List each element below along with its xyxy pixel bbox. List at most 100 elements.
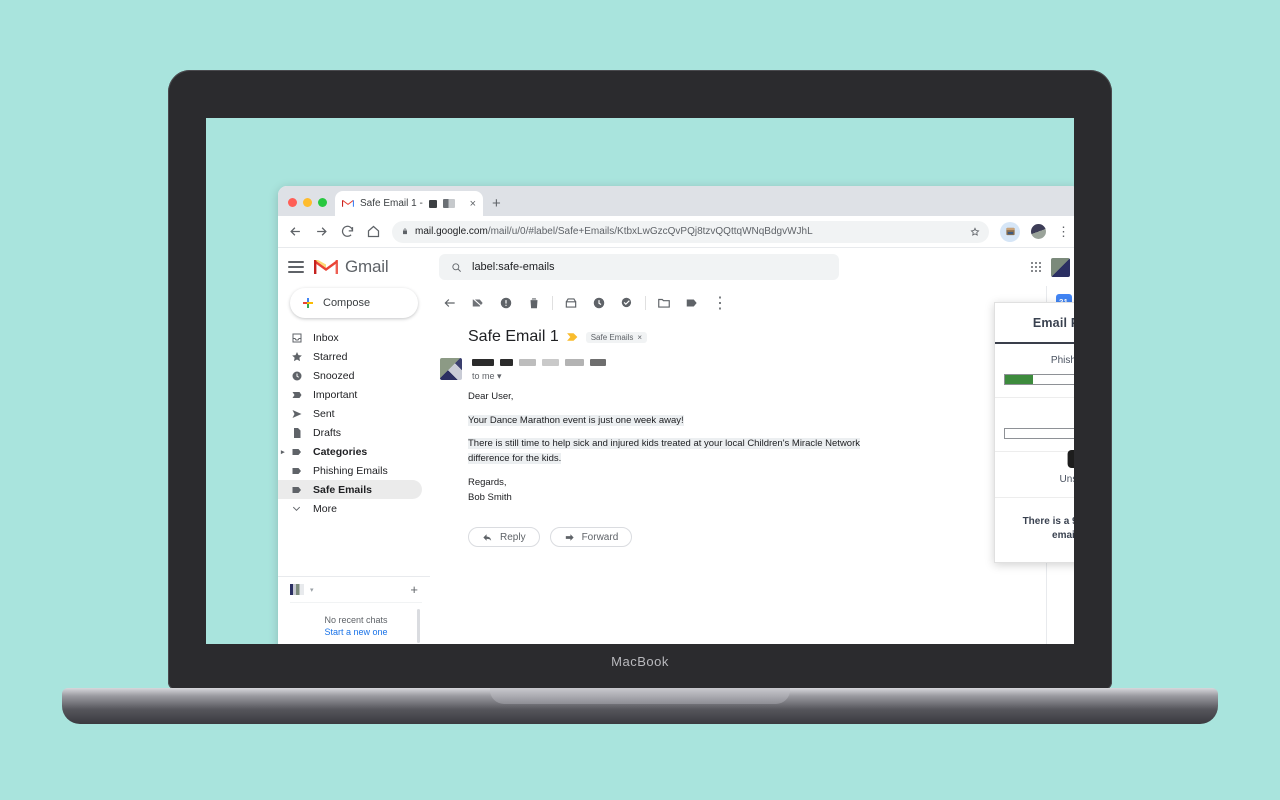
recipient-caret-icon[interactable]: ▾ [497, 371, 502, 381]
email-body-line-2: There is still time to help sick and inj… [468, 438, 861, 450]
gmail-sidebar: Compose Inbox Starred Snoozed Important … [278, 286, 430, 644]
google-apps-icon[interactable] [1031, 262, 1041, 272]
new-chat-button[interactable]: + [410, 583, 418, 596]
minimize-window-button[interactable] [303, 198, 312, 207]
plus-icon [303, 298, 313, 308]
email-body-line-1: Your Dance Marathon event is just one we… [468, 414, 684, 426]
email-greeting: Dear User, [468, 391, 514, 402]
label-chip-remove-icon[interactable]: × [637, 333, 642, 342]
star-icon [290, 350, 303, 363]
sidebar-item-categories[interactable]: ▸ Categories [278, 442, 422, 461]
extension-icon [1005, 227, 1015, 236]
maximize-window-button[interactable] [318, 198, 327, 207]
home-icon[interactable] [366, 224, 381, 239]
metric-label: Phishy keywords: 1 [1003, 355, 1074, 366]
chat-avatar-redacted [290, 584, 304, 595]
gmail-logo[interactable]: Gmail [314, 257, 429, 277]
kebab-menu-icon[interactable]: ⋮ [1057, 225, 1070, 238]
sidebar-item-label: Categories [313, 445, 368, 458]
sidebar-item-drafts[interactable]: Drafts [278, 423, 422, 442]
chevron-down-icon[interactable]: ▾ [310, 586, 314, 594]
metric-label-text: Unsafe Links: [1059, 474, 1074, 485]
search-input[interactable]: label:safe-emails [439, 254, 839, 280]
url-path: /mail/u/0/#label/Safe+Emails/KtbxLwGzcQv… [487, 226, 813, 237]
chat-empty-label: No recent chats [324, 614, 388, 625]
email-actions: Reply Forward [430, 505, 1046, 548]
compose-label: Compose [323, 297, 371, 309]
close-window-button[interactable] [288, 198, 297, 207]
start-new-chat-link[interactable]: Start a new one [324, 627, 387, 637]
sidebar-item-sent[interactable]: Sent [278, 404, 422, 423]
tab-title-redaction [442, 199, 455, 208]
inbox-icon [290, 331, 303, 344]
reply-icon [483, 534, 492, 541]
tab-close-button[interactable]: × [470, 198, 476, 210]
back-arrow-icon[interactable] [288, 224, 303, 239]
move-to-folder-icon[interactable] [650, 289, 678, 317]
sidebar-item-important[interactable]: Important [278, 385, 422, 404]
compose-button[interactable]: Compose [290, 288, 418, 318]
reply-button[interactable]: Reply [468, 527, 540, 548]
label-chip[interactable]: Safe Emails × [585, 331, 648, 343]
archive-icon[interactable] [464, 289, 492, 317]
label-icon[interactable] [678, 289, 706, 317]
sidebar-item-snoozed[interactable]: Snoozed [278, 366, 422, 385]
toolbar-divider [552, 296, 553, 310]
sender-avatar [440, 358, 462, 380]
back-to-list-icon[interactable] [436, 289, 464, 317]
toolbar-divider [645, 296, 646, 310]
browser-tab[interactable]: Safe Email 1 - × [335, 191, 483, 216]
sidebar-item-label: Safe Emails [313, 483, 372, 496]
email-pane: ⋮ Safe Email 1 Safe Emails × to me ▾ Dea… [430, 286, 1046, 644]
clock-icon [290, 369, 303, 382]
email-subject: Safe Email 1 [468, 328, 559, 345]
metric-unsafe-links: no unsafe links found Unsafe Links: 0 [995, 450, 1074, 498]
email-phishing-tool-popup: Email Phishing Tool Phishy keywords: 1 T… [994, 302, 1074, 563]
popup-title: Email Phishing Tool [1032, 316, 1074, 330]
tab-title-redaction [428, 199, 437, 208]
new-tab-button[interactable]: + [492, 196, 501, 211]
sidebar-item-label: Snoozed [313, 369, 355, 382]
sidebar-item-starred[interactable]: Starred [278, 347, 422, 366]
extension-icon-button[interactable] [1000, 221, 1020, 242]
reload-icon[interactable] [340, 224, 355, 239]
address-bar[interactable]: mail.google.com/mail/u/0/#label/Safe+Ema… [392, 220, 989, 243]
email-meta-row: to me ▾ [430, 346, 1046, 382]
browser-window: Safe Email 1 - × + mail.google.com/mail/… [278, 186, 1074, 644]
gmail-body: Compose Inbox Starred Snoozed Important … [278, 286, 1074, 644]
email-signoff: Regards, [468, 476, 507, 488]
metric-label-text: Phishy keywords: [1050, 355, 1074, 366]
more-options-icon[interactable]: ⋮ [706, 289, 734, 317]
sidebar-item-more[interactable]: More [278, 499, 422, 518]
forward-button[interactable]: Forward [549, 527, 633, 548]
sidebar-item-safe-emails[interactable]: Safe Emails [278, 480, 422, 499]
account-avatar[interactable] [1051, 257, 1070, 277]
mark-done-icon[interactable] [613, 289, 641, 317]
gmail-favicon [342, 200, 354, 207]
chat-scrollbar[interactable] [417, 609, 420, 643]
chevron-right-icon[interactable]: ▸ [281, 448, 285, 456]
main-menu-icon[interactable] [288, 261, 304, 273]
lock-icon [403, 228, 407, 235]
chat-panel: ▾ + No recent chats Start a new one [278, 576, 430, 644]
browser-nav-bar: mail.google.com/mail/u/0/#label/Safe+Ema… [278, 216, 1074, 248]
email-recipient[interactable]: to me ▾ [472, 371, 606, 382]
forward-arrow-icon[interactable] [314, 224, 329, 239]
sidebar-item-inbox[interactable]: Inbox [278, 328, 422, 347]
metric-phishy-keywords: Phishy keywords: 1 [995, 344, 1074, 398]
search-input-value: label:safe-emails [472, 261, 555, 273]
window-traffic-lights [286, 198, 335, 216]
tab-title: Safe Email 1 - [360, 198, 423, 209]
forward-icon [565, 534, 574, 541]
sidebar-item-phishing-emails[interactable]: Phishing Emails [278, 461, 422, 480]
snooze-icon[interactable] [585, 289, 613, 317]
sidebar-item-label: Drafts [313, 426, 342, 439]
profile-avatar[interactable] [1031, 224, 1046, 239]
gmail-header: Gmail label:safe-emails [278, 248, 1074, 286]
chevron-down-icon [290, 502, 303, 515]
move-to-inbox-icon[interactable] [557, 289, 585, 317]
star-icon[interactable] [970, 226, 980, 237]
delete-icon[interactable] [520, 289, 548, 317]
sidebar-item-label: Inbox [313, 331, 339, 344]
report-spam-icon[interactable] [492, 289, 520, 317]
